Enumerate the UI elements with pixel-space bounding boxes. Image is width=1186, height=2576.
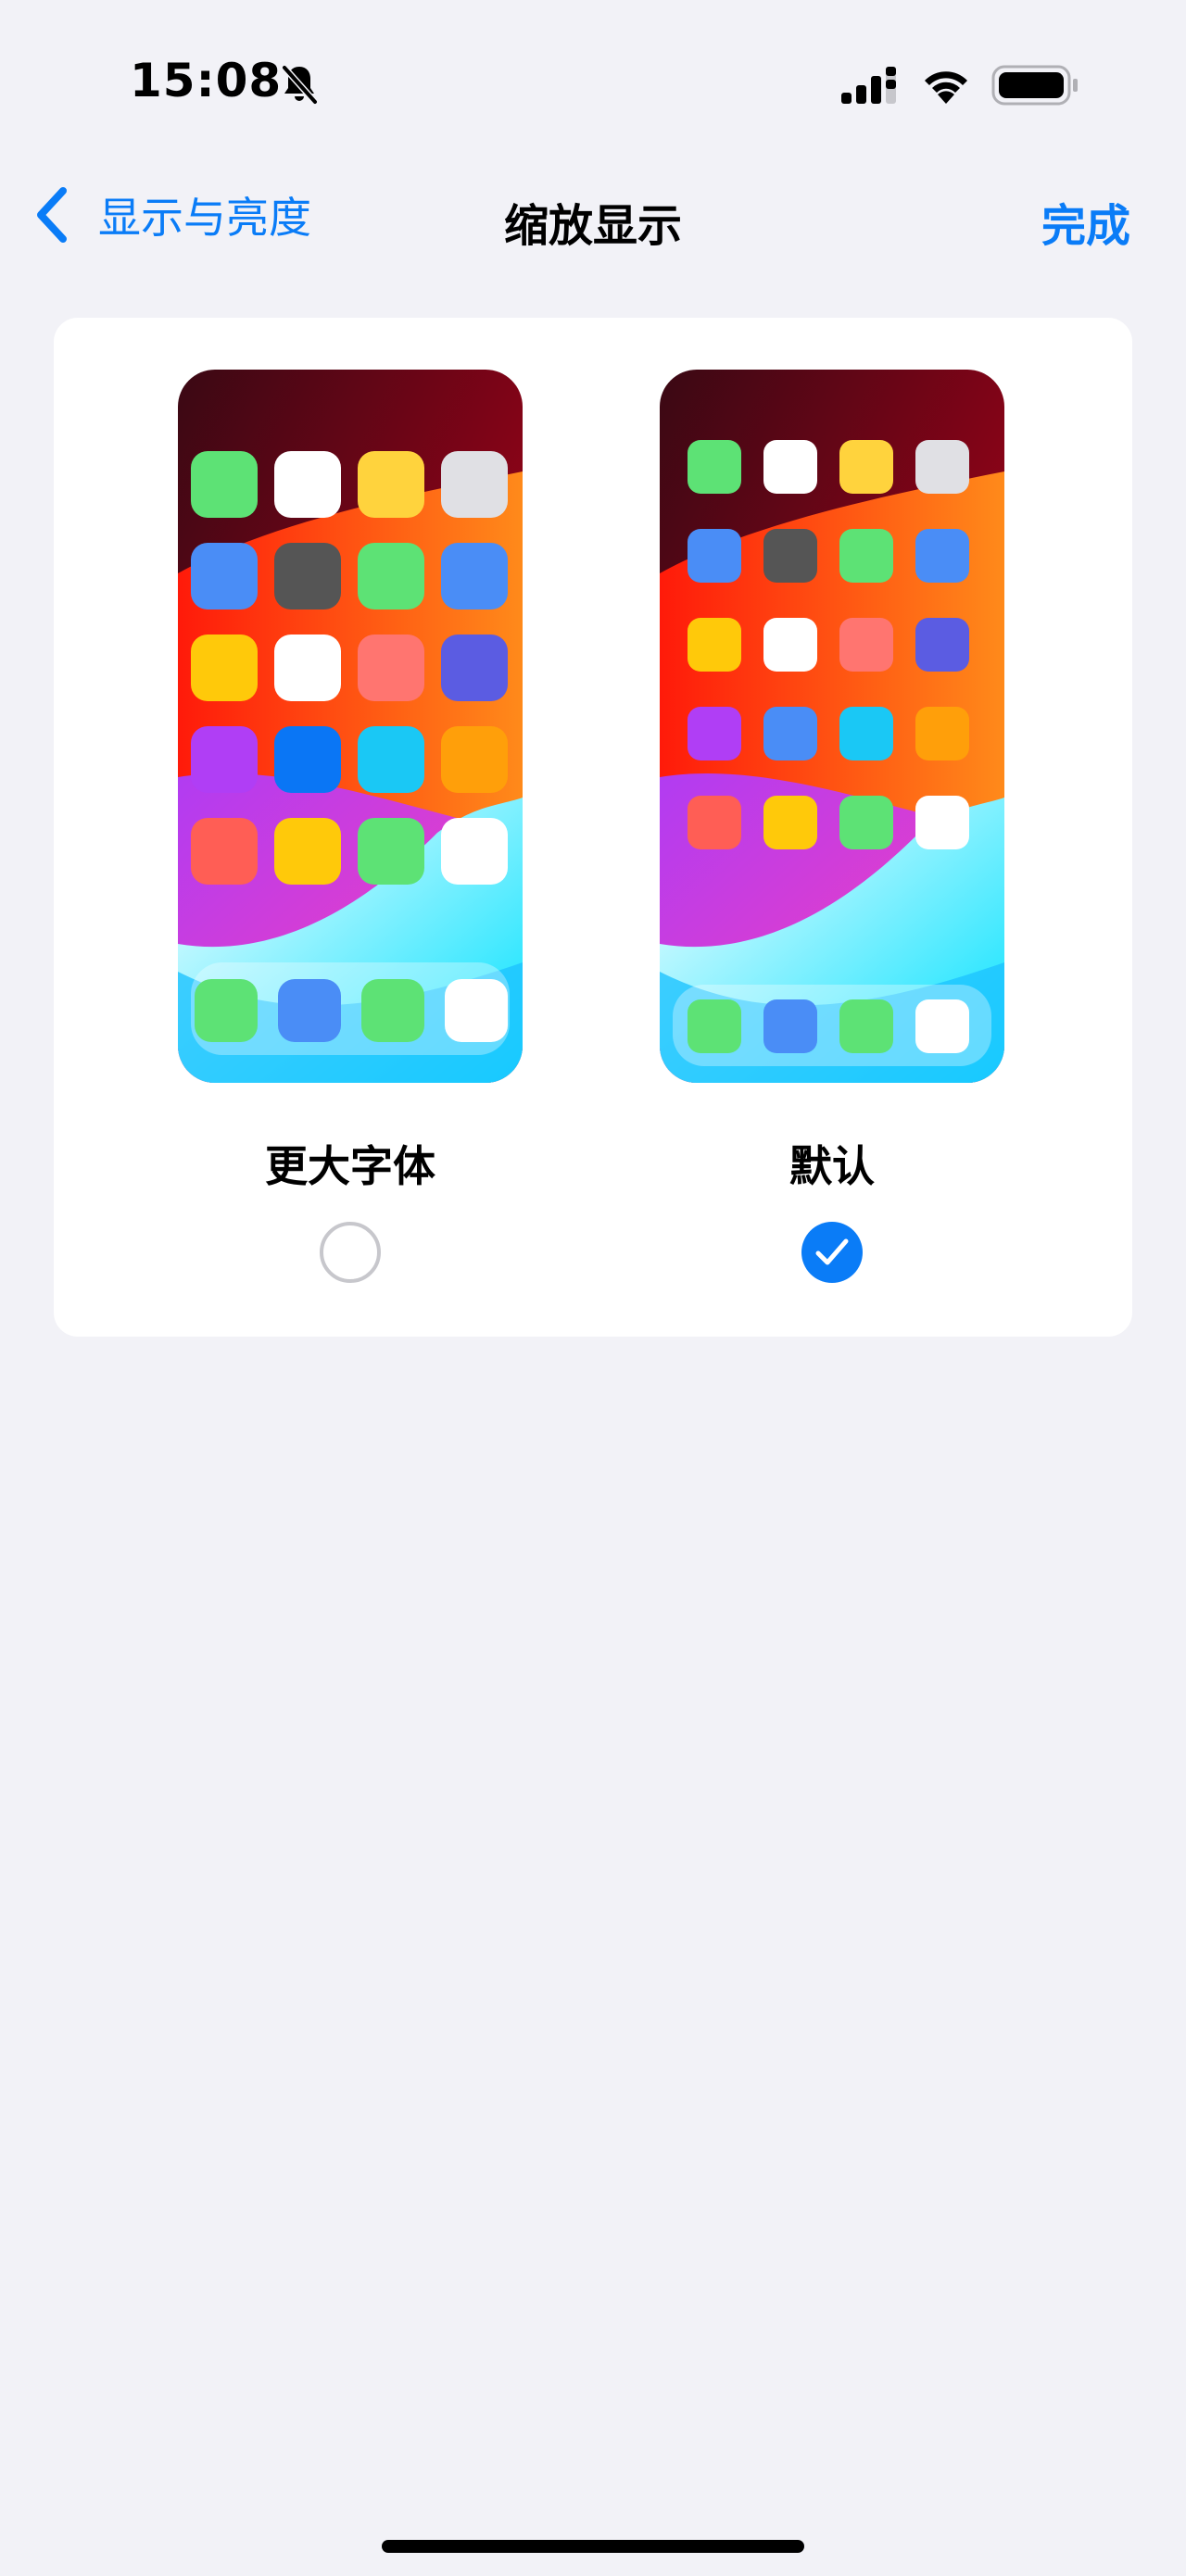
app-icon [358,543,424,609]
dock-app-icon [839,999,893,1053]
larger-text-preview [178,370,523,1083]
app-icon [763,440,817,494]
radio-larger-text[interactable] [320,1222,381,1283]
app-icon [688,796,741,849]
checkmark-icon [815,1238,849,1265]
app-icon [191,818,258,885]
app-icon [839,796,893,849]
status-time: 15:08 [130,54,283,107]
app-icon [915,618,969,672]
app-icon [915,796,969,849]
app-icon [441,543,508,609]
app-icon [688,618,741,672]
cellular-signal-icon [841,67,896,104]
app-icon [358,451,424,518]
app-icon [839,707,893,760]
display-zoom-card: 更大字体 默认 [54,318,1132,1337]
battery-icon [991,65,1078,106]
app-icon [191,726,258,793]
app-icon [358,726,424,793]
dock-app-icon [915,999,969,1053]
status-bar: 15:08 [0,0,1186,167]
app-icon [915,440,969,494]
app-icon [763,618,817,672]
app-icon [358,635,424,701]
home-indicator[interactable] [382,2540,804,2553]
app-icon [441,726,508,793]
option-default[interactable]: 默认 [617,318,1099,1337]
default-preview [660,370,1004,1083]
app-icon [688,440,741,494]
bell-slash-icon [282,65,318,105]
app-icon [358,818,424,885]
back-button[interactable]: 显示与亮度 [33,180,311,250]
app-icon [441,635,508,701]
app-icon [839,440,893,494]
dock-app-icon [445,979,508,1042]
dock-app-icon [361,979,424,1042]
option-larger-text[interactable]: 更大字体 [135,318,617,1337]
app-icon [441,451,508,518]
done-button[interactable]: 完成 [1041,189,1130,254]
app-icon [763,707,817,760]
app-icon [191,451,258,518]
back-label: 显示与亮度 [98,193,311,243]
app-icon [915,529,969,583]
app-icon [274,726,341,793]
dock-app-icon [278,979,341,1042]
option-label-default: 默认 [789,1141,875,1191]
app-icon [274,451,341,518]
chevron-left-icon [37,187,67,243]
dock-app-icon [763,999,817,1053]
app-icon [688,529,741,583]
app-icon [688,707,741,760]
app-icon [274,818,341,885]
dock-app-icon [195,979,258,1042]
app-icon [839,529,893,583]
app-icon [839,618,893,672]
radio-default-selected[interactable] [801,1222,863,1283]
app-icon [191,543,258,609]
app-icon [763,529,817,583]
dock-app-icon [688,999,741,1053]
app-icon [274,543,341,609]
app-icon [441,818,508,885]
app-icon [915,707,969,760]
wifi-icon [925,71,967,104]
app-icon [763,796,817,849]
navigation-bar: 显示与亮度 缩放显示 完成 [0,167,1186,259]
app-icon [274,635,341,701]
option-label-larger-text: 更大字体 [265,1141,435,1191]
app-icon [191,635,258,701]
